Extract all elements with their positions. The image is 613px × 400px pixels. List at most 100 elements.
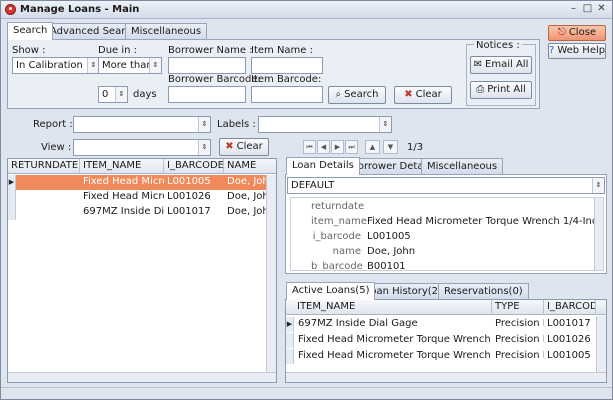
column-header[interactable]: NAME <box>224 159 276 174</box>
detail-field: item_name Fixed Head Micrometer Torque W… <box>311 216 604 227</box>
close-window-icon[interactable]: ✕ <box>595 3 608 16</box>
borrower-barcode-label: Borrower Barcode: <box>168 74 261 85</box>
column-header[interactable]: RETURNDATE <box>8 159 80 174</box>
row-pointer-icon: ▶ <box>8 175 16 190</box>
table-row[interactable]: Fixed Head Micrometer Torque Wrench 1/4-… <box>286 333 606 348</box>
eraser-icon: ✖ <box>225 141 234 152</box>
barcode-cell: L001017 <box>547 318 591 329</box>
loan-details-panel: DEFAULT ⇕ returndate item_name Fixed Hea… <box>285 174 607 274</box>
row-indicator <box>8 205 16 220</box>
web-help-button[interactable]: ? Web Help <box>548 43 606 59</box>
show-select[interactable]: In Calibration ⇕ <box>12 57 100 74</box>
tab-loan-details[interactable]: Loan Details <box>286 157 360 175</box>
search-panel: Show : In Calibration ⇕ Due in : More th… <box>7 39 540 109</box>
column-header[interactable]: ITEM_NAME <box>286 300 492 315</box>
envelope-icon: ✉ <box>473 59 483 70</box>
row-indicator <box>286 333 294 348</box>
chevron-updown-icon: ⇕ <box>198 140 210 155</box>
view-label: View : <box>41 142 72 153</box>
barcode-cell: L001026 <box>547 334 591 345</box>
first-record-icon[interactable]: ⏮ <box>303 140 316 154</box>
prev-record-icon[interactable]: ◀ <box>317 140 330 154</box>
labels-select[interactable]: ⇕ <box>258 116 392 133</box>
item-name-cell: Fixed Head Micrometer Torque Wrench 1/4-… <box>298 334 492 345</box>
item-name-input[interactable] <box>251 57 323 74</box>
move-down-icon[interactable]: ▼ <box>383 140 398 154</box>
loans-grid-header: RETURNDATE ITEM_NAME I_BARCODE NAME <box>8 159 276 174</box>
help-icon: ? <box>549 45 555 56</box>
table-row[interactable]: ▶ Fixed Head Microm L001005 Doe, John <box>8 175 276 190</box>
detail-field: b_barcode B00101 <box>311 261 406 271</box>
eraser-icon: ✖ <box>404 89 413 100</box>
report-select[interactable]: ⇕ <box>73 116 211 133</box>
item-name-cell: Fixed Head Microm <box>83 176 164 187</box>
item-name-cell: 697MZ Inside Dial Gage <box>298 318 418 329</box>
row-pointer-icon: ▶ <box>286 317 294 332</box>
tab-miscellaneous[interactable]: Miscellaneous <box>125 23 208 40</box>
table-row[interactable]: Fixed Head Microm L001026 Doe, John <box>8 190 276 205</box>
labels-label: Labels : <box>217 119 256 130</box>
app-icon <box>5 4 16 15</box>
search-button[interactable]: ⌕ Search <box>328 86 386 104</box>
door-icon: ⎋ <box>557 27 566 38</box>
due-in-select[interactable]: More than ⇕ <box>98 57 162 74</box>
type-cell: Precision Ins <box>495 334 544 345</box>
table-row[interactable]: ▶ 697MZ Inside Dial Gage Precision Ins L… <box>286 317 606 332</box>
tab-search[interactable]: Search <box>7 22 54 40</box>
tab-active-loans[interactable]: Active Loans(5) <box>286 282 376 300</box>
detail-view-select[interactable]: DEFAULT ⇕ <box>287 177 605 194</box>
table-row[interactable]: Fixed Head Micrometer Torque Wrench 1/4-… <box>286 349 606 364</box>
loans-grid-vscrollbar[interactable] <box>266 175 276 372</box>
minimize-icon[interactable]: – <box>567 3 580 16</box>
page-indicator: 1/3 <box>407 142 424 153</box>
chevron-updown-icon: ⇕ <box>198 117 210 132</box>
next-record-icon[interactable]: ▶ <box>331 140 344 154</box>
tab-reservations[interactable]: Reservations(0) <box>438 283 529 300</box>
print-all-button[interactable]: ⎙ Print All <box>470 81 532 99</box>
days-stepper[interactable]: 0 ⇕ <box>98 86 128 103</box>
last-record-icon[interactable]: ⏭ <box>345 140 358 154</box>
details-vscrollbar[interactable] <box>594 198 603 270</box>
due-in-label: Due in : <box>98 45 138 56</box>
detail-field: name Doe, John <box>332 246 416 257</box>
clear-button[interactable]: ✖ Clear <box>394 86 452 104</box>
active-grid-hscrollbar[interactable] <box>286 372 606 382</box>
row-indicator <box>8 190 16 205</box>
borrower-barcode-input[interactable] <box>168 86 246 103</box>
item-barcode-input[interactable] <box>251 86 323 103</box>
active-grid-vscrollbar[interactable] <box>596 316 606 372</box>
loans-grid-hscrollbar[interactable] <box>8 372 276 382</box>
status-bar <box>1 387 612 399</box>
view-select[interactable]: ⇕ <box>73 139 211 156</box>
manage-loans-window: Manage Loans - Main – □ ✕ Search Advance… <box>0 0 613 400</box>
chevron-updown-icon: ⇕ <box>592 178 604 193</box>
item-name-cell: 697MZ Inside Dial G <box>83 206 164 217</box>
table-row[interactable]: 697MZ Inside Dial G L001017 Doe, John <box>8 205 276 220</box>
maximize-icon[interactable]: □ <box>581 3 594 16</box>
chevron-updown-icon: ⇕ <box>149 58 161 73</box>
type-cell: Precision Ins <box>495 318 544 329</box>
spin-icon[interactable]: ⇕ <box>115 87 127 102</box>
view-clear-button[interactable]: ✖ Clear <box>219 138 269 156</box>
barcode-cell: L001005 <box>167 176 211 187</box>
borrower-name-label: Borrower Name : <box>168 45 253 56</box>
column-header[interactable]: I_BARCODE <box>544 300 596 315</box>
item-barcode-label: Item Barcode: <box>251 74 322 85</box>
row-indicator <box>286 349 294 364</box>
borrower-name-input[interactable] <box>168 57 246 74</box>
show-label: Show : <box>12 45 46 56</box>
loans-grid: RETURNDATE ITEM_NAME I_BARCODE NAME ▶ Fi… <box>7 158 277 383</box>
item-name-cell: Fixed Head Micrometer Torque Wrench 1/4-… <box>298 350 492 361</box>
column-header[interactable]: ITEM_NAME <box>80 159 164 174</box>
barcode-cell: L001017 <box>167 206 211 217</box>
item-name-label: Item Name : <box>251 45 313 56</box>
move-up-icon[interactable]: ▲ <box>365 140 380 154</box>
window-title: Manage Loans - Main <box>20 4 140 15</box>
email-all-button[interactable]: ✉ Email All <box>470 56 532 74</box>
column-header[interactable]: I_BARCODE <box>164 159 224 174</box>
barcode-cell: L001005 <box>547 350 591 361</box>
active-loans-grid: ITEM_NAME TYPE I_BARCODE ▶ 697MZ Inside … <box>285 299 607 383</box>
close-button[interactable]: ⎋ Close <box>548 25 606 41</box>
column-header[interactable]: TYPE <box>492 300 544 315</box>
tab-detail-miscellaneous[interactable]: Miscellaneous <box>421 158 504 175</box>
